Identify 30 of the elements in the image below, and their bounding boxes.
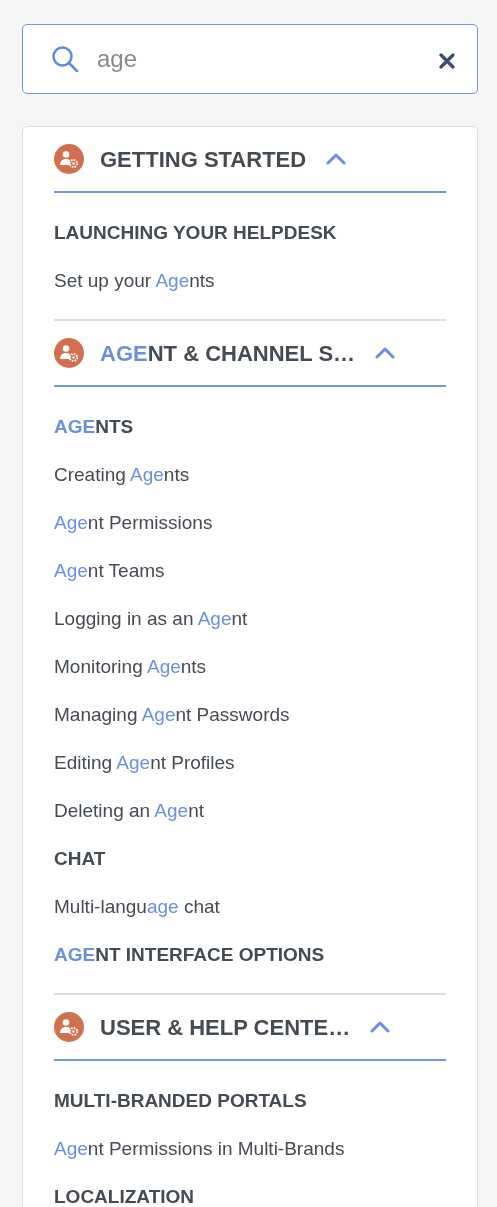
article-link[interactable]: Creating Agents bbox=[54, 451, 446, 499]
category-heading: CHAT bbox=[54, 847, 107, 871]
user-gear-icon bbox=[54, 1012, 84, 1042]
category-heading: AGENT INTERFACE OPTIONS bbox=[54, 943, 326, 967]
article-link[interactable]: Logging in as an Agent bbox=[54, 595, 446, 643]
chevron-up-icon[interactable] bbox=[370, 1021, 391, 1033]
article-link[interactable]: Editing Agent Profiles bbox=[54, 739, 446, 787]
article-link[interactable]: Agent Permissions bbox=[54, 499, 446, 547]
category-heading: MULTI-BRANDED PORTALS bbox=[54, 1089, 308, 1113]
user-gear-icon bbox=[54, 144, 84, 174]
category-heading: LOCALIZATION bbox=[54, 1185, 195, 1207]
article-link[interactable]: Deleting an Agent bbox=[54, 787, 446, 835]
section-title[interactable]: USER & HELP CENTE… bbox=[100, 1010, 351, 1044]
article-link[interactable]: Managing Agent Passwords bbox=[54, 691, 446, 739]
article-link[interactable]: Agent Teams bbox=[54, 547, 446, 595]
article-link[interactable]: Multi-language chat bbox=[54, 883, 446, 931]
article-link[interactable]: Monitoring Agents bbox=[54, 643, 446, 691]
section-title[interactable]: AGENT & CHANNEL S… bbox=[100, 336, 356, 370]
chevron-up-icon[interactable] bbox=[326, 153, 347, 165]
close-icon bbox=[439, 52, 455, 69]
search-icon bbox=[51, 45, 79, 73]
category-heading: AGENTS bbox=[54, 415, 135, 439]
search-input[interactable]: age bbox=[95, 40, 423, 78]
article-link[interactable]: Set up your Agents bbox=[54, 257, 446, 305]
user-gear-icon bbox=[54, 338, 84, 368]
chevron-up-icon[interactable] bbox=[375, 347, 396, 359]
search-field[interactable]: age bbox=[22, 24, 478, 94]
section-title[interactable]: GETTING STARTED bbox=[100, 142, 307, 176]
article-link[interactable]: Agent Permissions in Multi-Brands bbox=[54, 1125, 446, 1173]
category-heading: LAUNCHING YOUR HELPDESK bbox=[54, 221, 338, 245]
